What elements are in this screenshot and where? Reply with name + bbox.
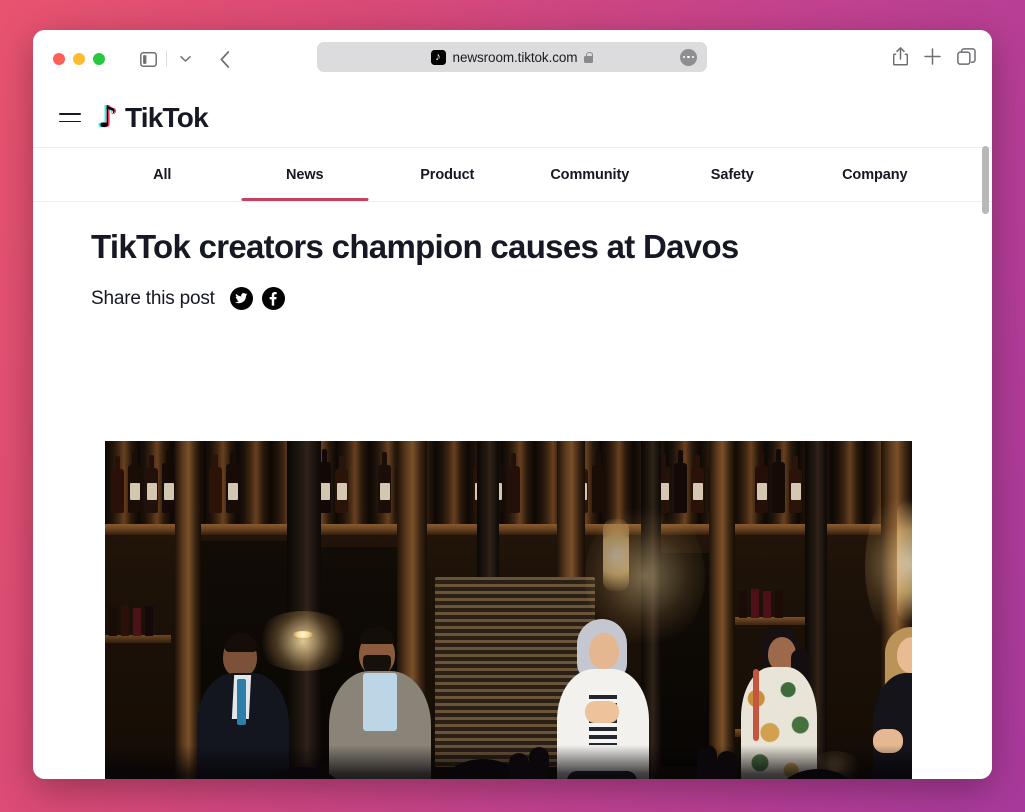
maximize-window-button[interactable] <box>93 53 105 65</box>
tab-underline <box>241 198 369 201</box>
share-icon[interactable] <box>892 47 909 71</box>
share-label: Share this post <box>91 287 215 309</box>
page-title: TikTok creators champion causes at Davos <box>91 228 739 265</box>
browser-window: newsroom.tiktok.com <box>33 30 992 779</box>
copy-tabs-icon[interactable] <box>957 47 976 71</box>
tab-news[interactable]: News <box>234 148 377 201</box>
tab-all[interactable]: All <box>91 148 234 201</box>
tab-company[interactable]: Company <box>804 148 947 201</box>
back-button[interactable] <box>210 45 240 73</box>
lock-icon <box>584 51 594 63</box>
tab-safety[interactable]: Safety <box>661 148 804 201</box>
share-row: Share this post <box>91 287 934 310</box>
page-content: ♪♪♪ TikTok All News Product Community <box>33 88 992 779</box>
site-header: ♪ ♪ ♪ TikTok <box>33 88 992 147</box>
category-nav: All News Product Community Safety Compan… <box>33 147 992 202</box>
window-controls <box>53 53 105 65</box>
close-window-button[interactable] <box>53 53 65 65</box>
tab-label: Company <box>842 166 908 183</box>
tab-label: All <box>153 166 172 183</box>
brand-name: TikTok <box>125 101 209 133</box>
toolbar-divider <box>166 51 167 67</box>
tab-label: News <box>286 166 324 183</box>
toolbar-nav-group <box>133 45 240 73</box>
ellipsis-icon[interactable] <box>680 48 697 66</box>
chevron-down-icon[interactable] <box>170 45 200 73</box>
minimize-window-button[interactable] <box>73 53 85 65</box>
page-scrollbar[interactable] <box>981 146 990 779</box>
address-bar[interactable]: newsroom.tiktok.com <box>317 42 707 72</box>
sidebar-icon[interactable] <box>133 45 163 73</box>
browser-toolbar: newsroom.tiktok.com <box>33 30 992 88</box>
facebook-icon[interactable] <box>261 287 285 310</box>
tab-label: Product <box>420 166 475 183</box>
tiktok-favicon <box>430 49 446 65</box>
twitter-icon[interactable] <box>229 287 253 310</box>
tab-product[interactable]: Product <box>376 148 519 201</box>
article: TikTok creators champion causes at Davos… <box>33 228 992 310</box>
scrollbar-thumb[interactable] <box>982 146 989 214</box>
tab-community[interactable]: Community <box>519 148 662 201</box>
toolbar-right-group <box>892 30 976 88</box>
tab-label: Safety <box>710 166 754 183</box>
tiktok-logo[interactable]: ♪ ♪ ♪ TikTok <box>95 99 209 135</box>
plus-icon[interactable] <box>924 48 941 70</box>
hero-image <box>105 441 912 779</box>
social-buttons <box>229 287 285 310</box>
tab-label: Community <box>550 166 630 183</box>
tiktok-note-icon: ♪ ♪ ♪ <box>96 99 119 135</box>
url-text: newsroom.tiktok.com <box>452 49 578 65</box>
hamburger-menu-icon[interactable] <box>59 112 81 123</box>
